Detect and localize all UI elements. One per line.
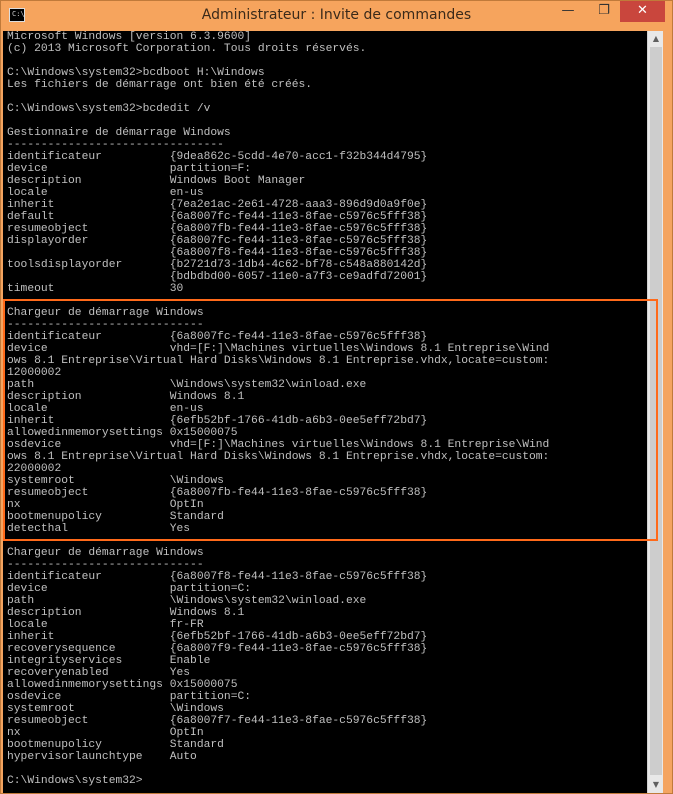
highlight-annotation-box [3, 299, 658, 541]
command-prompt-window: C:\ Administrateur : Invite de commandes… [0, 0, 673, 794]
close-button[interactable]: ✕ [620, 1, 665, 22]
maximize-button[interactable]: ❐ [590, 1, 618, 22]
scroll-up-arrow-icon[interactable]: ▲ [648, 31, 664, 47]
title-bar[interactable]: C:\ Administrateur : Invite de commandes… [1, 1, 672, 31]
scroll-down-arrow-icon[interactable]: ▼ [648, 777, 664, 793]
minimize-button[interactable]: — [554, 1, 582, 22]
